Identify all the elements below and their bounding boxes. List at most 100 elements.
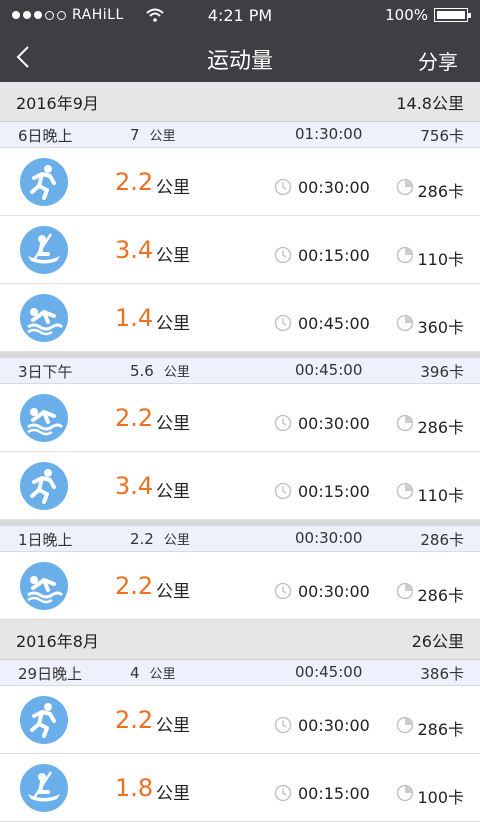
day-calories: 756卡 bbox=[420, 127, 464, 145]
calorie-pie-icon bbox=[396, 582, 414, 600]
activity-duration: 00:30:00 bbox=[298, 414, 370, 433]
day-label: 29日晚上 bbox=[18, 665, 83, 683]
day-duration: 01:30:00 bbox=[295, 125, 363, 143]
day-duration: 00:30:00 bbox=[295, 529, 363, 547]
month-label: 2016年8月 bbox=[16, 631, 99, 651]
activity-row[interactable]: 2.2 公里 00:30:00 286卡 bbox=[0, 148, 480, 216]
rowing-icon bbox=[20, 764, 68, 812]
swimming-icon bbox=[20, 294, 68, 342]
day-distance: 5.6 公里 bbox=[130, 361, 190, 380]
day-calories: 386卡 bbox=[420, 665, 464, 683]
running-icon bbox=[20, 696, 68, 744]
activity-row[interactable]: 2.2 公里 00:30:00 286卡 bbox=[0, 384, 480, 452]
calorie-pie-icon bbox=[396, 482, 414, 500]
clock-icon bbox=[274, 246, 292, 264]
day-distance: 4 公里 bbox=[130, 663, 176, 682]
activity-distance: 2.2 bbox=[115, 572, 154, 600]
share-button[interactable]: 分享 bbox=[418, 46, 458, 75]
activity-distance-unit: 公里 bbox=[156, 314, 190, 334]
activity-duration: 00:30:00 bbox=[298, 178, 370, 197]
activity-duration: 00:30:00 bbox=[298, 716, 370, 735]
activity-calories: 110卡 bbox=[417, 250, 464, 269]
activity-distance: 2.2 bbox=[115, 404, 154, 432]
battery-percent: 100% bbox=[385, 6, 428, 24]
activity-row[interactable]: 2.2 公里 00:30:00 286卡 bbox=[0, 552, 480, 620]
activity-distance-unit: 公里 bbox=[156, 482, 190, 502]
calorie-pie-icon bbox=[396, 246, 414, 264]
day-distance-unit: 公里 bbox=[149, 129, 176, 144]
activity-row[interactable]: 1.8 公里 00:15:00 100卡 bbox=[0, 754, 480, 822]
day-label: 1日晚上 bbox=[18, 531, 73, 549]
activity-distance: 2.2 bbox=[115, 706, 154, 734]
swimming-icon bbox=[20, 394, 68, 442]
day-summary-row: 3日下午 5.6 公里 00:45:00 396卡 bbox=[0, 358, 480, 384]
activity-duration: 00:15:00 bbox=[298, 784, 370, 803]
activity-calories: 110卡 bbox=[417, 486, 464, 505]
activity-row[interactable]: 2.2 公里 00:30:00 286卡 bbox=[0, 686, 480, 754]
calorie-pie-icon bbox=[396, 178, 414, 196]
clock-icon bbox=[274, 716, 292, 734]
activity-row[interactable]: 3.4 公里 00:15:00 110卡 bbox=[0, 216, 480, 284]
activity-distance-unit: 公里 bbox=[156, 178, 190, 198]
day-summary-row: 29日晚上 4 公里 00:45:00 386卡 bbox=[0, 660, 480, 686]
activity-calories: 360卡 bbox=[417, 318, 464, 337]
calorie-pie-icon bbox=[396, 414, 414, 432]
month-total-distance: 26公里 bbox=[411, 631, 464, 651]
clock-icon bbox=[274, 314, 292, 332]
activity-distance: 3.4 bbox=[115, 472, 154, 500]
calorie-pie-icon bbox=[396, 314, 414, 332]
activity-list: 2016年9月 14.8公里 6日晚上 7 公里 01:30:00 756卡 2.2 公里 00:… bbox=[0, 82, 480, 822]
day-calories: 286卡 bbox=[420, 531, 464, 549]
activity-distance-unit: 公里 bbox=[156, 784, 190, 804]
clock-icon bbox=[274, 582, 292, 600]
clock-icon bbox=[274, 178, 292, 196]
activity-duration: 00:15:00 bbox=[298, 246, 370, 265]
activity-duration: 00:45:00 bbox=[298, 314, 370, 333]
day-summary-row: 6日晚上 7 公里 01:30:00 756卡 bbox=[0, 122, 480, 148]
month-total-distance: 14.8公里 bbox=[396, 93, 464, 113]
day-distance-unit: 公里 bbox=[149, 667, 176, 682]
calorie-pie-icon bbox=[396, 716, 414, 734]
activity-row[interactable]: 1.4 公里 00:45:00 360卡 bbox=[0, 284, 480, 352]
calorie-pie-icon bbox=[396, 784, 414, 802]
activity-distance-unit: 公里 bbox=[156, 414, 190, 434]
day-distance: 7 公里 bbox=[130, 125, 176, 144]
day-distance-unit: 公里 bbox=[163, 533, 190, 548]
activity-calories: 100卡 bbox=[417, 788, 464, 807]
activity-calories: 286卡 bbox=[417, 720, 464, 739]
day-summary-row: 1日晚上 2.2 公里 00:30:00 286卡 bbox=[0, 526, 480, 552]
day-distance-value: 4 bbox=[130, 664, 140, 682]
nav-bar: 运动量 分享 bbox=[0, 32, 480, 82]
clock-icon bbox=[274, 482, 292, 500]
day-calories: 396卡 bbox=[420, 363, 464, 381]
activity-calories: 286卡 bbox=[417, 586, 464, 605]
activity-duration: 00:30:00 bbox=[298, 582, 370, 601]
activity-distance: 1.8 bbox=[115, 774, 154, 802]
day-distance: 2.2 公里 bbox=[130, 529, 190, 548]
activity-row[interactable]: 3.4 公里 00:15:00 110卡 bbox=[0, 452, 480, 520]
day-distance-value: 7 bbox=[130, 126, 140, 144]
status-right: 100% bbox=[385, 6, 471, 24]
activity-distance: 3.4 bbox=[115, 236, 154, 264]
clock-icon bbox=[274, 784, 292, 802]
month-header: 2016年9月 14.8公里 bbox=[0, 82, 480, 122]
clock-icon bbox=[274, 414, 292, 432]
activity-distance: 1.4 bbox=[115, 304, 154, 332]
status-bar: RAHiLL 4:21 PM 100% bbox=[0, 0, 480, 32]
activity-calories: 286卡 bbox=[417, 418, 464, 437]
activity-calories: 286卡 bbox=[417, 182, 464, 201]
swimming-icon bbox=[20, 562, 68, 610]
rowing-icon bbox=[20, 226, 68, 274]
battery-icon bbox=[434, 8, 471, 22]
month-header: 2016年8月 26公里 bbox=[0, 620, 480, 660]
activity-distance-unit: 公里 bbox=[156, 582, 190, 602]
activity-distance-unit: 公里 bbox=[156, 716, 190, 736]
activity-distance: 2.2 bbox=[115, 168, 154, 196]
day-distance-value: 2.2 bbox=[130, 530, 154, 548]
day-label: 3日下午 bbox=[18, 363, 73, 381]
activity-duration: 00:15:00 bbox=[298, 482, 370, 501]
day-duration: 00:45:00 bbox=[295, 663, 363, 681]
day-distance-unit: 公里 bbox=[163, 365, 190, 380]
day-distance-value: 5.6 bbox=[130, 362, 154, 380]
month-label: 2016年9月 bbox=[16, 93, 99, 113]
